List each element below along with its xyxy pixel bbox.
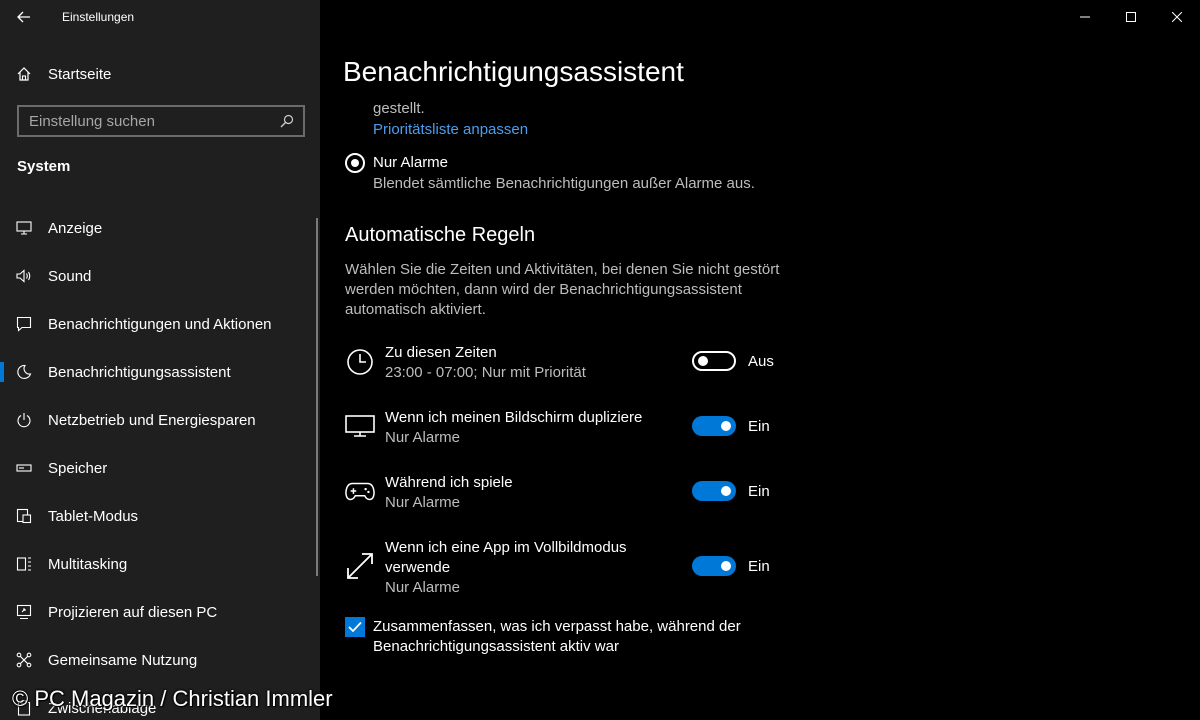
toggle-state-label: Aus [748,353,774,370]
fullscreen-icon [345,551,375,581]
summary-checkbox[interactable] [345,617,365,637]
project-icon [0,594,48,630]
sidebar-item-label: Benachrichtigungsassistent [48,363,231,381]
back-arrow-icon [17,11,30,23]
share-icon [0,642,48,678]
sidebar-scrollbar[interactable] [316,218,318,576]
sidebar-item-label: Netzbetrieb und Energiesparen [48,411,256,429]
search-box[interactable] [17,105,305,137]
multitasking-icon [0,546,48,582]
maximize-button[interactable] [1108,0,1154,34]
power-icon [0,402,48,438]
sidebar-item-label: Sound [48,267,92,285]
sidebar-item-label: Speicher [48,459,108,477]
back-button[interactable] [0,0,48,34]
close-icon [1172,12,1182,22]
toggle-state-label: Ein [748,418,770,435]
sidebar-item-label: Benachrichtigungen und Aktionen [48,315,272,333]
sidebar-item-tablet-modus[interactable]: Tablet-Modus [0,492,320,540]
search-icon[interactable] [279,113,295,129]
rule-subtitle: 23:00 - 07:00; Nur mit Priorität [385,364,586,381]
rule-text: Zu diesen Zeiten 23:00 - 07:00; Nur mit … [385,343,665,383]
nav-list: Anzeige Sound Benachrichtigungen und Akt… [0,204,320,720]
rule-text: Wenn ich meinen Bildschirm dupliziere Nu… [385,408,665,448]
rule-title: Zu diesen Zeiten [385,344,497,361]
radio-alarms-only[interactable]: Nur Alarme [345,153,448,173]
sidebar-item-multitasking[interactable]: Multitasking [0,540,320,588]
rules-heading: Automatische Regeln [345,224,536,246]
rule-subtitle: Nur Alarme [385,494,461,511]
app-title: Einstellungen [62,10,135,24]
rule-title: Während ich spiele [385,474,513,491]
sidebar-item-label: Projizieren auf diesen PC [48,603,218,621]
sidebar-item-gemeinsame-nutzung[interactable]: Gemeinsame Nutzung [0,636,320,684]
rule-text: Während ich spiele Nur Alarme [385,473,665,513]
sidebar-item-benachrichtigungen[interactable]: Benachrichtigungen und Aktionen [0,300,320,348]
priority-list-link[interactable]: Prioritätsliste anpassen [373,121,528,138]
sidebar-item-label: Anzeige [48,219,103,237]
sidebar-item-label: Multitasking [48,555,128,573]
close-button[interactable] [1154,0,1200,34]
toggle-state-label: Ein [748,558,770,575]
rule-toggle[interactable] [692,556,736,576]
moon-icon [0,354,48,390]
search-input[interactable] [29,112,279,130]
watermark: © PC Magazin / Christian Immler [12,686,333,711]
sidebar-item-sound[interactable]: Sound [0,252,320,300]
rule-subtitle: Nur Alarme [385,579,461,596]
rule-subtitle: Nur Alarme [385,429,461,446]
monitor-icon [0,210,48,246]
tablet-icon [0,498,48,534]
maximize-icon [1126,12,1136,22]
minimize-button[interactable] [1062,0,1108,34]
radio-label: Nur Alarme [373,154,449,171]
rule-text: Wenn ich eine App im Vollbildmodus verwe… [385,538,665,598]
checkmark-icon [348,621,362,633]
sidebar-item-speicher[interactable]: Speicher [0,444,320,492]
rules-description: Wählen Sie die Zeiten und Aktivitäten, b… [345,261,780,318]
titlebar-left: Einstellungen [0,0,320,34]
truncated-text: gestellt. [373,100,425,117]
toggle-knob [698,356,708,366]
toggle-knob [721,561,731,571]
radio-button[interactable] [345,153,365,173]
sidebar-item-home[interactable]: Startseite [0,56,320,92]
main-content: Benachrichtigungsassistent gestellt. Pri… [320,0,1200,720]
home-icon [0,56,48,92]
rule-toggle[interactable] [692,481,736,501]
speaker-icon [0,258,48,294]
summary-checkbox-label: Zusammenfassen, was ich verpasst habe, w… [373,618,741,655]
sidebar: Einstellungen Startseite System Anzeige … [0,0,320,720]
rule-title: Wenn ich meinen Bildschirm dupliziere [385,409,643,426]
sidebar-item-label: Tablet-Modus [48,507,139,525]
radio-description: Blendet sämtliche Benachrichtigungen auß… [373,175,755,192]
summary-checkbox-row[interactable]: Zusammenfassen, was ich verpasst habe, w… [345,617,773,657]
toggle-knob [721,486,731,496]
window-controls [1062,0,1200,34]
toggle-knob [721,421,731,431]
sidebar-item-label: Gemeinsame Nutzung [48,651,198,669]
sidebar-item-netzbetrieb[interactable]: Netzbetrieb und Energiesparen [0,396,320,444]
message-icon [0,306,48,342]
section-label: System [17,158,71,175]
display-icon [345,411,375,441]
clock-icon [345,347,375,377]
home-label: Startseite [48,65,112,83]
sidebar-item-benachrichtigungsassistent[interactable]: Benachrichtigungsassistent [0,348,320,396]
sidebar-item-anzeige[interactable]: Anzeige [0,204,320,252]
toggle-state-label: Ein [748,483,770,500]
rule-title: Wenn ich eine App im Vollbildmodus verwe… [385,539,627,576]
minimize-icon [1080,16,1090,18]
rule-toggle[interactable] [692,351,736,371]
storage-icon [0,450,48,486]
rule-toggle[interactable] [692,416,736,436]
page-title: Benachrichtigungsassistent [343,56,684,87]
gamepad-icon [345,476,375,506]
sidebar-item-projizieren[interactable]: Projizieren auf diesen PC [0,588,320,636]
radio-dot [351,159,359,167]
